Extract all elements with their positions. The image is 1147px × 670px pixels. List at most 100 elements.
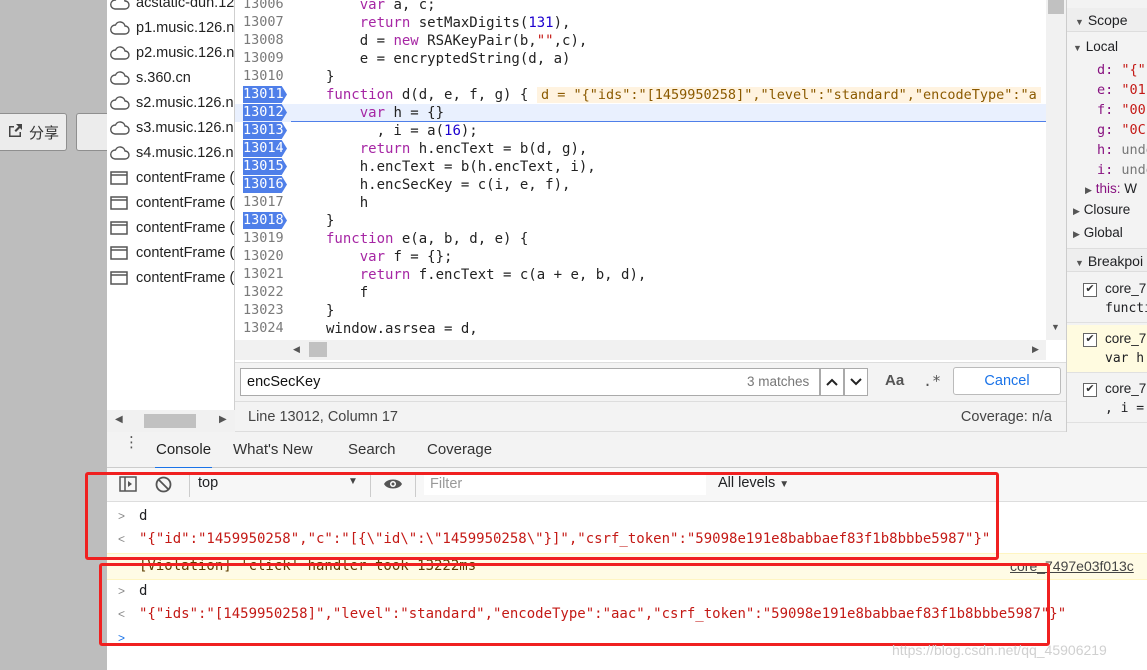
line-number[interactable]: 13009 xyxy=(243,50,287,67)
scope-variable[interactable]: g: "0C xyxy=(1097,120,1146,140)
breakpoint-line-number[interactable]: 13013 xyxy=(243,122,287,139)
triangle-down-icon: ▼ xyxy=(1073,43,1082,53)
this-scope-row[interactable]: ▶ this: W xyxy=(1085,179,1137,199)
scroll-down-icon[interactable]: ▼ xyxy=(1051,322,1060,332)
tab-console[interactable]: Console xyxy=(155,432,213,469)
code-line[interactable]: 13020 var f = {}; xyxy=(235,248,1046,266)
breakpoint-file: core_7 xyxy=(1105,331,1147,346)
line-number[interactable]: 13007 xyxy=(243,14,287,31)
scope-variable[interactable]: f: "00 xyxy=(1097,100,1146,120)
code-line[interactable]: 13015 h.encText = b(h.encText, i), xyxy=(235,158,1046,176)
line-number[interactable]: 13006 xyxy=(243,0,287,13)
file-tree-item[interactable]: contentFrame ( xyxy=(107,265,234,290)
file-tree-item[interactable]: s4.music.126.ne xyxy=(107,140,234,165)
code-line[interactable]: 13019 function e(a, b, d, e) { xyxy=(235,230,1046,248)
code-line[interactable]: 13009 e = encryptedString(d, a) xyxy=(235,50,1046,68)
code-line[interactable]: 13014 return h.encText = b(d, g), xyxy=(235,140,1046,158)
code-editor[interactable]: 13006 var a, c; 13007 return setMaxDigits… xyxy=(235,0,1046,360)
scrollbar-thumb[interactable] xyxy=(309,342,327,357)
line-number[interactable]: 13017 xyxy=(243,194,287,211)
tab-search[interactable]: Search xyxy=(348,432,396,467)
scope-variable[interactable]: d: "{" xyxy=(1097,60,1146,80)
code-line[interactable]: 13013 , i = a(16); xyxy=(235,122,1046,140)
line-number[interactable]: 13020 xyxy=(243,248,287,265)
code-line[interactable]: 13008 d = new RSAKeyPair(b,"",c), xyxy=(235,32,1046,50)
share-button[interactable]: 分享 xyxy=(0,113,67,151)
breakpoint-line-number[interactable]: 13014 xyxy=(243,140,287,157)
checkbox[interactable]: ✔ xyxy=(1083,383,1097,397)
file-tree-label: p1.music.126.ne xyxy=(136,19,235,36)
breakpoint-line-number[interactable]: 13018 xyxy=(243,212,287,229)
file-tree-item[interactable]: s.360.cn xyxy=(107,65,191,90)
code-text: return h.encText = b(d, g), xyxy=(359,141,588,157)
scope-section-header[interactable]: ▼ Scope xyxy=(1067,8,1147,32)
code-line[interactable]: 13012 var h = {} xyxy=(235,104,1046,122)
line-number[interactable]: 13023 xyxy=(243,302,287,319)
global-scope-row[interactable]: ▶ Global xyxy=(1073,223,1123,243)
more-menu-icon[interactable]: ⋮ xyxy=(124,435,139,450)
breakpoint-entry[interactable]: ✔ core_7functi xyxy=(1067,275,1147,323)
breakpoints-section-header[interactable]: ▼ Breakpoi xyxy=(1067,248,1147,272)
scroll-right-icon[interactable]: ▶ xyxy=(219,414,227,425)
code-line[interactable]: 13023} xyxy=(235,302,1046,320)
breakpoint-line-number[interactable]: 13012 xyxy=(243,104,287,121)
editor-horizontal-scrollbar[interactable]: ◀ ▶ xyxy=(235,340,1046,360)
scroll-right-icon[interactable]: ▶ xyxy=(1032,344,1039,355)
editor-vertical-scrollbar[interactable]: ▼ xyxy=(1046,0,1066,340)
tree-horizontal-scrollbar[interactable]: ◀ ▶ xyxy=(107,410,235,432)
search-prev-button[interactable] xyxy=(820,368,844,396)
breakpoint-entry[interactable]: ✔ core_7 var h xyxy=(1067,325,1147,373)
scrollbar-thumb[interactable] xyxy=(1048,0,1064,14)
toolbar-button[interactable] xyxy=(76,113,107,151)
file-tree-item[interactable]: p1.music.126.ne xyxy=(107,15,235,40)
code-line[interactable]: 13021 return f.encText = c(a + e, b, d), xyxy=(235,266,1046,284)
breakpoint-entry[interactable]: ✔ core_7 , i = xyxy=(1067,375,1147,423)
line-number[interactable]: 13021 xyxy=(243,266,287,283)
scrollbar-thumb[interactable] xyxy=(144,414,196,428)
code-line[interactable]: 13007 return setMaxDigits(131), xyxy=(235,14,1046,32)
search-input[interactable]: encSecKey xyxy=(240,368,820,396)
match-case-button[interactable]: Aa xyxy=(885,372,904,389)
scroll-left-icon[interactable]: ◀ xyxy=(115,414,123,425)
line-number[interactable]: 13024 xyxy=(243,320,287,337)
code-line[interactable]: 13022 f xyxy=(235,284,1046,302)
triangle-down-icon: ▼ xyxy=(1075,17,1084,27)
tab-whats-new[interactable]: What's New xyxy=(233,432,313,467)
code-line[interactable]: 13017 h xyxy=(235,194,1046,212)
breakpoint-line-number[interactable]: 13011 xyxy=(243,86,287,103)
closure-scope-row[interactable]: ▶ Closure xyxy=(1073,200,1130,220)
file-tree-item[interactable]: contentFrame ( xyxy=(107,165,234,190)
local-scope-header[interactable]: ▼ Local xyxy=(1073,37,1118,57)
scope-variable[interactable]: i: unde xyxy=(1097,160,1147,180)
file-tree-item[interactable]: s2.music.126.ne xyxy=(107,90,234,115)
code-line[interactable]: 13024 window.asrsea = d, xyxy=(235,320,1046,338)
breakpoint-line-number[interactable]: 13016 xyxy=(243,176,287,193)
scope-variable[interactable]: h: unde xyxy=(1097,140,1147,160)
line-number[interactable]: 13019 xyxy=(243,230,287,247)
code-line[interactable]: 13006 var a, c; xyxy=(235,0,1046,14)
code-line[interactable]: 13011 function d(d, e, f, g) {d = "{"ids"… xyxy=(235,86,1046,104)
line-number[interactable]: 13008 xyxy=(243,32,287,49)
checkbox[interactable]: ✔ xyxy=(1083,283,1097,297)
code-line[interactable]: 13010} xyxy=(235,68,1046,86)
cancel-button[interactable]: Cancel xyxy=(953,367,1061,395)
checkbox[interactable]: ✔ xyxy=(1083,333,1097,347)
file-tree-item[interactable]: p2.music.126.ne xyxy=(107,40,234,65)
line-number[interactable]: 13022 xyxy=(243,284,287,301)
search-next-button[interactable] xyxy=(844,368,868,396)
file-tree-item[interactable]: contentFrame ( xyxy=(107,190,234,215)
code-line[interactable]: 13018} xyxy=(235,212,1046,230)
regex-button[interactable]: .* xyxy=(923,372,941,390)
file-tree-item[interactable]: acstatic-dun.12 xyxy=(107,0,234,15)
scope-variable[interactable]: e: "01 xyxy=(1097,80,1146,100)
file-tree-item[interactable]: contentFrame ( xyxy=(107,240,234,265)
tab-coverage[interactable]: Coverage xyxy=(427,432,492,467)
code-line[interactable]: 13016 h.encSecKey = c(i, e, f), xyxy=(235,176,1046,194)
breakpoint-line-number[interactable]: 13015 xyxy=(243,158,287,175)
line-number[interactable]: 13010 xyxy=(243,68,287,85)
code-text: function e(a, b, d, e) { xyxy=(326,231,529,247)
file-tree-item[interactable]: s3.music.126.ne xyxy=(107,115,234,140)
file-tree-item[interactable]: contentFrame ( xyxy=(107,215,234,240)
scroll-left-icon[interactable]: ◀ xyxy=(293,344,300,355)
code-text: } xyxy=(326,69,335,85)
